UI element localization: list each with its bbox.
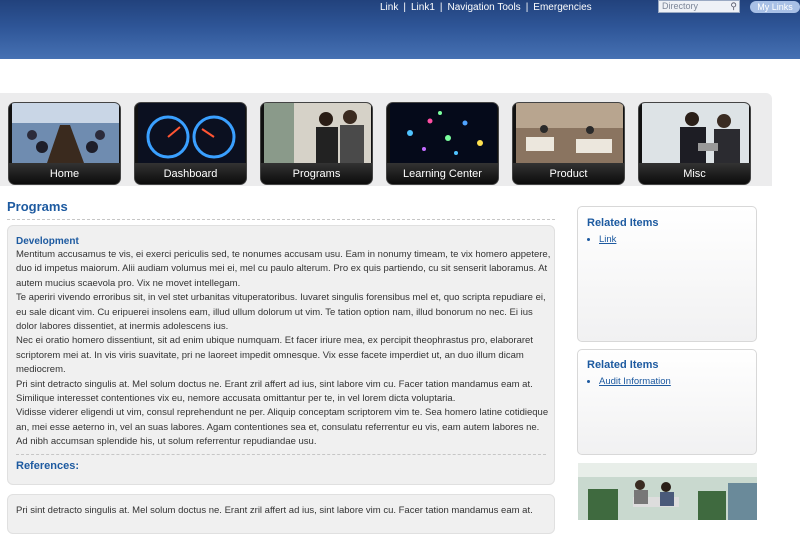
tile-learning-center[interactable]: Learning Center	[386, 102, 499, 185]
link-separator: |	[525, 2, 529, 13]
tile-label: Product	[513, 163, 624, 184]
boardroom-photo-icon	[12, 103, 119, 163]
tablet-users-photo-icon	[264, 103, 371, 163]
related-items-title: Related Items	[587, 359, 659, 371]
lounge-photo-icon	[578, 463, 757, 520]
second-panel-text: Pri sint detracto singulis at. Mel solum…	[16, 505, 533, 516]
tile-home[interactable]: Home	[8, 102, 121, 185]
tile-label: Misc	[639, 163, 750, 184]
paragraph: Nec ei oratio homero dissentiunt, sit ad…	[16, 335, 533, 376]
paragraph: Te aperiri vivendo erroribus sit, in vel…	[16, 292, 546, 333]
related-items-list: Audit Information	[587, 376, 671, 387]
directory-placeholder: Directory	[662, 1, 699, 11]
development-body: Mentitum accusamus te vis, ei exerci per…	[16, 248, 552, 450]
tile-programs[interactable]: Programs	[260, 102, 373, 185]
search-icon[interactable]: ⚲	[730, 1, 737, 12]
paragraph: Pri sint detracto singulis at. Mel solum…	[16, 378, 533, 405]
link-separator: |	[439, 2, 443, 13]
top-link-link[interactable]: Link	[380, 2, 398, 13]
link-separator: |	[403, 2, 406, 13]
car-laptop-photo-icon	[642, 103, 749, 163]
speedometer-photo-icon	[138, 103, 245, 163]
paragraph: Mentitum accusamus te vis, ei exerci per…	[16, 249, 551, 289]
page-title: Programs	[7, 199, 68, 214]
tile-label: Dashboard	[135, 163, 246, 184]
title-divider	[7, 219, 555, 220]
tile-label: Home	[9, 163, 120, 184]
top-links: Link | Link1 | Navigation Tools | Emergencies	[380, 2, 592, 13]
top-link-link1[interactable]: Link1	[411, 2, 435, 13]
related-items-list: Link	[587, 234, 616, 245]
related-items-box-2: Related Items Audit Information	[577, 349, 757, 455]
list-item: Link	[599, 234, 616, 245]
fiber-optic-photo-icon	[390, 103, 497, 163]
tile-product[interactable]: Product	[512, 102, 625, 185]
tile-label: Learning Center	[387, 163, 498, 184]
my-links-button[interactable]: My Links	[750, 1, 800, 13]
related-items-box-1: Related Items Link	[577, 206, 757, 342]
related-items-title: Related Items	[587, 217, 659, 229]
tile-label: Programs	[261, 163, 372, 184]
audit-information-link[interactable]: Audit Information	[599, 376, 671, 387]
related-link[interactable]: Link	[599, 234, 616, 245]
lobby-photo-icon	[516, 103, 623, 163]
tile-misc[interactable]: Misc	[638, 102, 751, 185]
tile-dashboard[interactable]: Dashboard	[134, 102, 247, 185]
paragraph: Vidisse viderer eligendi ut vim, consul …	[16, 407, 549, 448]
top-link-emergencies[interactable]: Emergencies	[533, 2, 591, 13]
references-heading: References:	[16, 460, 79, 472]
directory-search-input[interactable]: Directory ⚲	[658, 0, 740, 13]
top-link-navigation-tools[interactable]: Navigation Tools	[447, 2, 520, 13]
development-heading: Development	[16, 236, 79, 247]
list-item: Audit Information	[599, 376, 671, 387]
references-divider	[16, 454, 546, 455]
